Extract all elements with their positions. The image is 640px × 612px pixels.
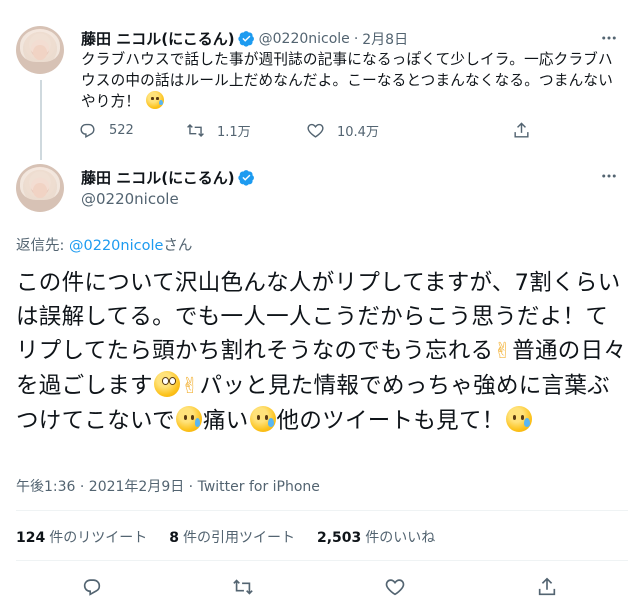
divider: [16, 510, 628, 511]
quotes-count: 8: [169, 530, 179, 546]
author-handle[interactable]: @0220nicole: [81, 190, 179, 208]
share-icon: [514, 122, 529, 138]
more-options-icon: [602, 174, 616, 178]
tweet-text-segment: 痛い: [202, 408, 249, 434]
tearful-smile-emoji-icon: [249, 406, 276, 432]
reply-button[interactable]: [79, 574, 105, 600]
tearful-smile-emoji-icon: [175, 406, 202, 432]
retweet-icon: [233, 579, 253, 595]
likes-label: 件のいいね: [365, 530, 436, 546]
author-name[interactable]: 藤田 ニコル(にこるん): [81, 28, 235, 49]
quotes-stat[interactable]: 8 件の引用ツイート: [169, 527, 295, 547]
reply-button[interactable]: 522: [78, 121, 134, 140]
like-button[interactable]: 10.4万: [306, 121, 379, 140]
more-options-button[interactable]: [598, 165, 620, 187]
reply-icon: [80, 123, 95, 139]
divider: [16, 560, 628, 561]
tweet-text: クラブハウスで話した事が週刊誌の記事になるっぽくて少しイラ。一応クラブハウスの中…: [81, 49, 621, 112]
retweets-label: 件のリツイート: [49, 530, 148, 546]
like-icon: [307, 123, 324, 138]
author-handle[interactable]: @0220nicole: [259, 31, 350, 47]
quotes-label: 件の引用ツイート: [182, 530, 295, 546]
retweets-count: 124: [16, 530, 46, 546]
more-options-icon: [602, 36, 616, 40]
verified-badge-icon: [237, 170, 254, 186]
like-count: 10.4万: [337, 125, 379, 140]
reply-icon: [83, 579, 101, 596]
tweet-header: 藤田 ニコル(にこるん): [81, 167, 255, 188]
tearful-smile-emoji-icon: [505, 406, 532, 432]
like-button[interactable]: [382, 574, 408, 600]
avatar[interactable]: [16, 26, 64, 74]
like-icon: [385, 579, 405, 596]
separator-dot: ·: [353, 30, 359, 47]
more-options-button[interactable]: [598, 27, 620, 49]
verified-badge-icon: [237, 31, 254, 47]
tweet-header: 藤田 ニコル(にこるん) @0220nicole · 2月8日: [81, 28, 408, 49]
eye-roll-emoji-icon: [153, 371, 180, 397]
retweet-button[interactable]: [230, 574, 256, 600]
victory-hand-emoji-icon: ✌: [180, 374, 200, 399]
tweet-text: この件について沢山色んな人がリプしてますが、7割くらいは誤解してる。でも一人一人…: [16, 266, 628, 438]
retweet-count: 1.1万: [217, 125, 251, 140]
replying-handle-link[interactable]: @0220nicole: [69, 238, 163, 254]
author-name[interactable]: 藤田 ニコル(にこるん): [81, 167, 235, 188]
replying-suffix: さん: [163, 238, 193, 254]
replying-to: 返信先: @0220nicoleさん: [16, 234, 192, 255]
share-button[interactable]: [512, 121, 531, 140]
main-tweet-actions: [0, 574, 640, 604]
tearful-smile-emoji-icon: [146, 91, 165, 109]
avatar[interactable]: [16, 164, 64, 212]
tweet-text-segment: 他のツイートも見て！: [276, 408, 505, 434]
share-button[interactable]: [534, 574, 560, 600]
replying-prefix: 返信先:: [16, 238, 69, 254]
retweet-icon: [187, 123, 204, 138]
tweet-stats: 124 件のリツイート 8 件の引用ツイート 2,503 件のいいね: [16, 527, 457, 547]
retweets-stat[interactable]: 124 件のリツイート: [16, 527, 147, 547]
tweet-date[interactable]: 2月8日: [362, 29, 408, 49]
share-icon: [538, 577, 556, 596]
tweet-timestamp[interactable]: 午後1:36 · 2021年2月9日 · Twitter for iPhone: [16, 476, 320, 496]
likes-count: 2,503: [316, 530, 362, 546]
reply-count: 522: [109, 123, 134, 138]
victory-hand-emoji-icon: ✌: [493, 339, 513, 364]
likes-stat[interactable]: 2,503 件のいいね: [317, 527, 435, 547]
retweet-button[interactable]: 1.1万: [186, 121, 251, 140]
tweet-actions: 522 1.1万 10.4万: [78, 121, 558, 143]
thread-line: [40, 80, 42, 160]
